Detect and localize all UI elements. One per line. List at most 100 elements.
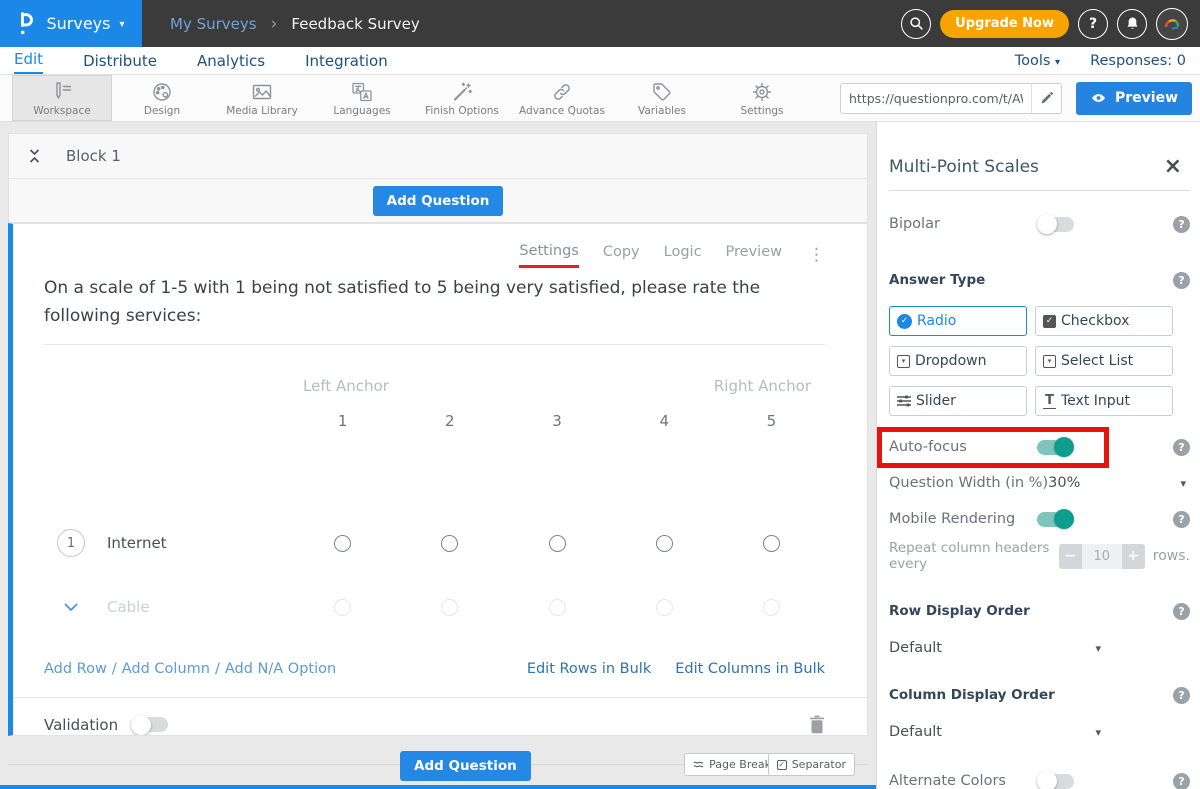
breadcrumb-my-surveys[interactable]: My Surveys — [170, 15, 257, 33]
page-break-icon — [693, 759, 704, 770]
column-header[interactable]: 2 — [396, 412, 503, 430]
question-tab-logic[interactable]: Logic — [664, 244, 702, 266]
mobile-rendering-toggle[interactable] — [1037, 512, 1074, 527]
radio-option[interactable] — [656, 599, 673, 616]
add-question-button-top[interactable]: Add Question — [373, 186, 504, 216]
add-question-button-bottom[interactable]: Add Question — [400, 751, 531, 781]
radio-option[interactable] — [549, 599, 566, 616]
validation-label: Validation — [44, 716, 118, 734]
toolbar-item-workspace[interactable]: Workspace — [12, 75, 112, 121]
tab-integration[interactable]: Integration — [305, 52, 388, 74]
column-header[interactable]: 1 — [289, 412, 396, 430]
question-tab-settings[interactable]: Settings — [519, 243, 578, 268]
share-url-input[interactable] — [841, 91, 1031, 106]
notifications-button[interactable] — [1117, 9, 1147, 39]
chevron-down-icon: ▾ — [1055, 57, 1060, 68]
column-header[interactable]: 4 — [611, 412, 718, 430]
question-tabs: Settings Copy Logic Preview ⋮ — [44, 240, 825, 270]
radio-option[interactable] — [334, 535, 351, 552]
palette-icon — [149, 80, 175, 104]
tab-analytics[interactable]: Analytics — [197, 52, 265, 74]
answer-type-dropdown[interactable]: ▾ Dropdown — [889, 346, 1027, 376]
help-icon[interactable]: ? — [1173, 216, 1190, 233]
breadcrumb-current: Feedback Survey — [291, 15, 419, 33]
help-icon[interactable]: ? — [1173, 687, 1190, 704]
toolbar-item-languages[interactable]: Languages — [312, 75, 412, 121]
preview-button[interactable]: Preview — [1076, 82, 1192, 115]
breadcrumb: My Surveys › Feedback Survey — [170, 0, 420, 47]
collapse-block-icon[interactable] — [29, 149, 40, 163]
radio-option[interactable] — [441, 535, 458, 552]
column-header[interactable]: 3 — [503, 412, 610, 430]
page-break-button[interactable]: Page Break — [684, 753, 780, 776]
help-icon[interactable]: ? — [1173, 511, 1190, 528]
help-icon[interactable]: ? — [1173, 773, 1190, 789]
row-label[interactable]: Cable — [107, 598, 150, 616]
alternate-colors-toggle[interactable] — [1037, 774, 1074, 789]
question-width-label: Question Width (in %) — [889, 475, 1048, 491]
row-chevron-down-icon[interactable] — [57, 603, 85, 611]
answer-type-text-input[interactable]: T Text Input — [1035, 386, 1173, 416]
repeat-headers-value[interactable]: 10 — [1082, 544, 1122, 569]
chevron-down-icon[interactable]: ▾ — [1180, 477, 1186, 490]
radio-option[interactable] — [763, 599, 780, 616]
edit-rows-in-bulk-link[interactable]: Edit Rows in Bulk — [527, 661, 651, 677]
question-tab-copy[interactable]: Copy — [603, 244, 640, 266]
block-title[interactable]: Block 1 — [66, 147, 121, 165]
plus-button[interactable]: + — [1122, 544, 1145, 569]
radio-option[interactable] — [656, 535, 673, 552]
question-width-value[interactable]: 30% — [1048, 475, 1080, 491]
more-options-icon[interactable]: ⋮ — [808, 245, 825, 265]
row-display-select[interactable]: Default ▾ — [889, 640, 1101, 656]
brand-surveys-menu[interactable]: Surveys ▾ — [0, 0, 142, 47]
help-icon[interactable]: ? — [1173, 603, 1190, 620]
toolbar-item-variables[interactable]: Variables — [612, 75, 712, 121]
edit-columns-in-bulk-link[interactable]: Edit Columns in Bulk — [675, 661, 825, 677]
next-block-edge — [0, 785, 876, 789]
validation-toggle[interactable] — [131, 717, 168, 732]
search-button[interactable] — [901, 9, 931, 39]
alternate-colors-row: Alternate Colors ? — [889, 768, 1190, 789]
bipolar-toggle[interactable] — [1037, 217, 1074, 232]
answer-type-checkbox[interactable]: ✓ Checkbox — [1035, 306, 1173, 336]
close-panel-icon[interactable]: × — [1164, 156, 1182, 178]
upgrade-now-button[interactable]: Upgrade Now — [940, 10, 1069, 38]
auto-focus-row: Auto-focus ? — [889, 434, 1190, 460]
column-header[interactable]: 5 — [718, 412, 825, 430]
answer-type-slider[interactable]: Slider — [889, 386, 1027, 416]
toolbar-item-finish-options[interactable]: Finish Options — [412, 75, 512, 121]
help-button[interactable]: ? — [1078, 9, 1108, 39]
toolbar-item-design[interactable]: Design — [112, 75, 212, 121]
column-display-select[interactable]: Default ▾ — [889, 724, 1101, 740]
toolbar-item-settings[interactable]: Settings — [712, 75, 812, 121]
add-column-link[interactable]: Add Column — [122, 661, 210, 677]
radio-option[interactable] — [441, 599, 458, 616]
avatar[interactable] — [1156, 8, 1188, 40]
edit-url-button[interactable] — [1031, 84, 1061, 113]
row-number-badge[interactable]: 1 — [57, 529, 85, 557]
row-label[interactable]: Internet — [107, 534, 167, 552]
question-tab-preview[interactable]: Preview — [726, 244, 782, 266]
minus-button[interactable]: − — [1059, 544, 1082, 569]
help-icon[interactable]: ? — [1173, 439, 1190, 456]
tab-distribute[interactable]: Distribute — [83, 52, 157, 74]
tools-menu[interactable]: Tools ▾ — [1015, 53, 1060, 69]
question-text[interactable]: On a scale of 1-5 with 1 being not satis… — [44, 274, 825, 330]
radio-option[interactable] — [763, 535, 780, 552]
delete-question-button[interactable] — [809, 715, 825, 734]
toolbar-item-media-library[interactable]: Media Library — [212, 75, 312, 121]
radio-option[interactable] — [549, 535, 566, 552]
answer-type-select-list[interactable]: ▾ Select List — [1035, 346, 1173, 376]
help-icon[interactable]: ? — [1173, 272, 1190, 289]
add-na-option-link[interactable]: Add N/A Option — [225, 661, 336, 677]
magic-wand-icon — [449, 80, 475, 104]
separator-button[interactable]: ✓ Separator — [768, 753, 855, 776]
radio-option[interactable] — [334, 599, 351, 616]
answer-type-radio[interactable]: ✓ Radio — [889, 306, 1027, 336]
add-row-link[interactable]: Add Row — [44, 661, 107, 677]
tab-edit[interactable]: Edit — [14, 50, 43, 74]
toolbar-item-advance-quotas[interactable]: Advance Quotas — [512, 75, 612, 121]
breadcrumb-separator-icon: › — [271, 14, 278, 34]
mobile-rendering-label: Mobile Rendering — [889, 511, 1037, 527]
auto-focus-toggle[interactable] — [1037, 440, 1074, 455]
